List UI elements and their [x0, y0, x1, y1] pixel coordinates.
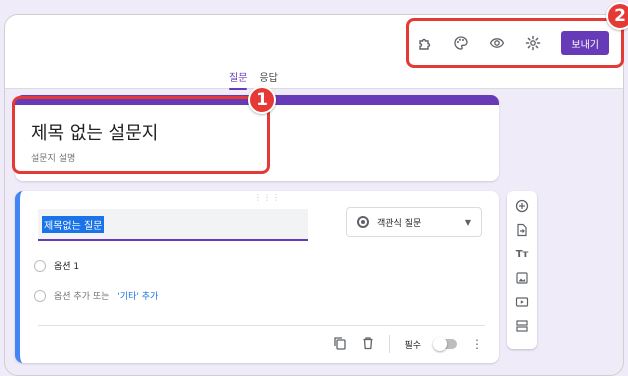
question-title-text: 제목없는 질문: [42, 215, 105, 233]
floating-toolbar: Tт: [507, 191, 537, 349]
required-label: 필수: [404, 340, 421, 351]
tab-bar: 질문 응답: [229, 69, 278, 90]
question-title-field[interactable]: 제목없는 질문: [38, 209, 308, 241]
add-option-row: 옵션 추가 또는 '기타' 추가: [34, 289, 158, 302]
app-window: 보내기 질문 응답 제목 없는 설문지 설문지 설명 ⋮⋮⋮ 제목없는 질문 객…: [4, 14, 624, 376]
duplicate-icon[interactable]: [333, 336, 347, 353]
radio-empty-icon: [34, 289, 46, 302]
radio-empty-icon: [34, 259, 46, 272]
add-image-icon[interactable]: [512, 269, 532, 287]
option-row[interactable]: 옵션 1: [34, 259, 79, 272]
question-footer-tools: 필수 ⋮: [333, 335, 483, 353]
option-label[interactable]: 옵션 1: [54, 259, 79, 272]
drag-handle[interactable]: ⋮⋮⋮: [254, 193, 281, 202]
question-card[interactable]: ⋮⋮⋮ 제목없는 질문 객관식 질문 ▼ 옵션 1 옵션 추가 또는 '기타' …: [15, 191, 499, 363]
annotation-badge-1: 1: [248, 86, 276, 114]
question-footer-divider: [38, 325, 485, 326]
question-type-dropdown[interactable]: 객관식 질문 ▼: [346, 207, 482, 237]
add-video-icon[interactable]: [512, 293, 532, 311]
annotation-badge-2: 2: [606, 2, 628, 30]
tab-questions[interactable]: 질문: [229, 69, 248, 90]
annotation-highlight-toolbar: [406, 18, 624, 68]
dropdown-arrow-icon: ▼: [464, 217, 471, 227]
radio-selected-icon: [357, 216, 369, 228]
more-vert-icon[interactable]: ⋮: [471, 337, 483, 351]
required-toggle[interactable]: [433, 337, 457, 351]
add-title-icon[interactable]: Tт: [512, 245, 532, 263]
divider: [389, 335, 391, 353]
add-section-icon[interactable]: [512, 317, 532, 335]
import-question-icon[interactable]: [512, 221, 532, 239]
question-type-label: 객관식 질문: [377, 218, 422, 229]
add-option-link[interactable]: 옵션 추가 또는: [54, 289, 109, 302]
add-question-icon[interactable]: [512, 197, 532, 215]
annotation-highlight-title: [12, 96, 270, 174]
trash-icon[interactable]: [361, 336, 375, 353]
add-other-link[interactable]: '기타' 추가: [117, 289, 158, 302]
